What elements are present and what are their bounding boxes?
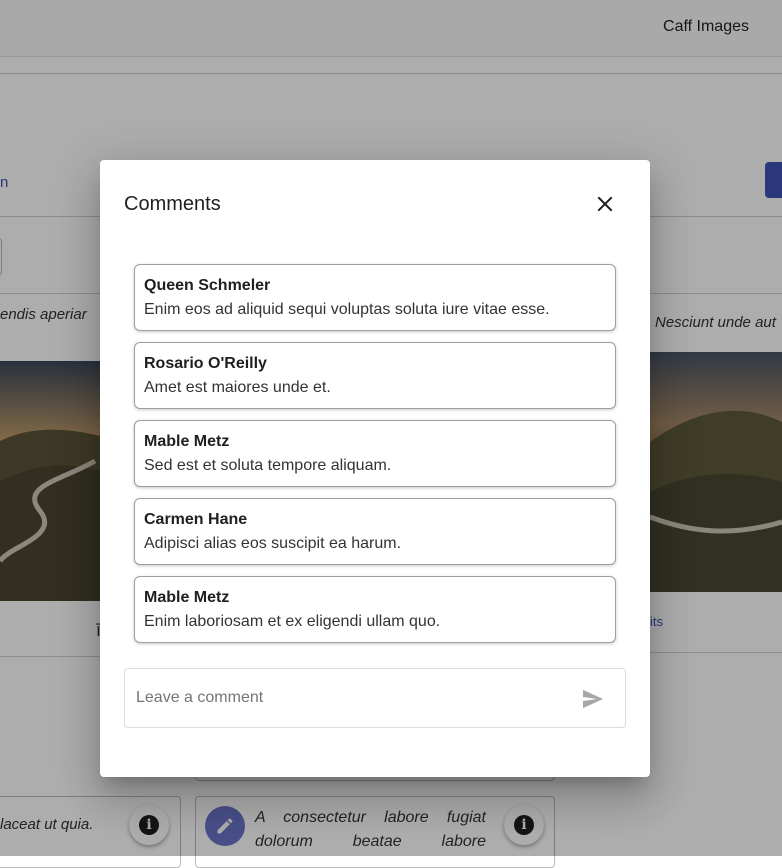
comment-author: Rosario O'Reilly — [144, 355, 267, 372]
comment-text: Enim laboriosam et ex eligendi ullam quo… — [144, 613, 441, 630]
comment-item: Mable Metz Enim laboriosam et ex eligend… — [134, 576, 616, 643]
comment-author: Carmen Hane — [144, 511, 248, 528]
comment-list: Queen Schmeler Enim eos ad aliquid sequi… — [134, 264, 616, 654]
comment-text: Sed est et soluta tempore aliquam. — [144, 457, 392, 474]
comment-author: Mable Metz — [144, 433, 230, 450]
comment-author: Queen Schmeler — [144, 277, 271, 294]
comments-dialog: Comments Queen Schmeler Enim eos ad aliq… — [100, 160, 650, 777]
comment-item: Rosario O'Reilly Amet est maiores unde e… — [134, 342, 616, 409]
comment-item: Carmen Hane Adipisci alias eos suscipit … — [134, 498, 616, 565]
dialog-title: Comments — [124, 193, 221, 215]
send-button[interactable] — [580, 686, 606, 712]
close-icon — [597, 196, 613, 212]
send-icon — [583, 689, 603, 709]
comment-input[interactable] — [136, 684, 556, 712]
comment-text: Adipisci alias eos suscipit ea harum. — [144, 535, 402, 552]
comment-form — [124, 668, 626, 728]
comment-text: Enim eos ad aliquid sequi voluptas solut… — [144, 301, 550, 318]
comment-item: Mable Metz Sed est et soluta tempore ali… — [134, 420, 616, 487]
comment-text: Amet est maiores unde et. — [144, 379, 331, 396]
comment-author: Mable Metz — [144, 589, 230, 606]
close-button[interactable] — [585, 184, 625, 224]
comment-item: Queen Schmeler Enim eos ad aliquid sequi… — [134, 264, 616, 331]
